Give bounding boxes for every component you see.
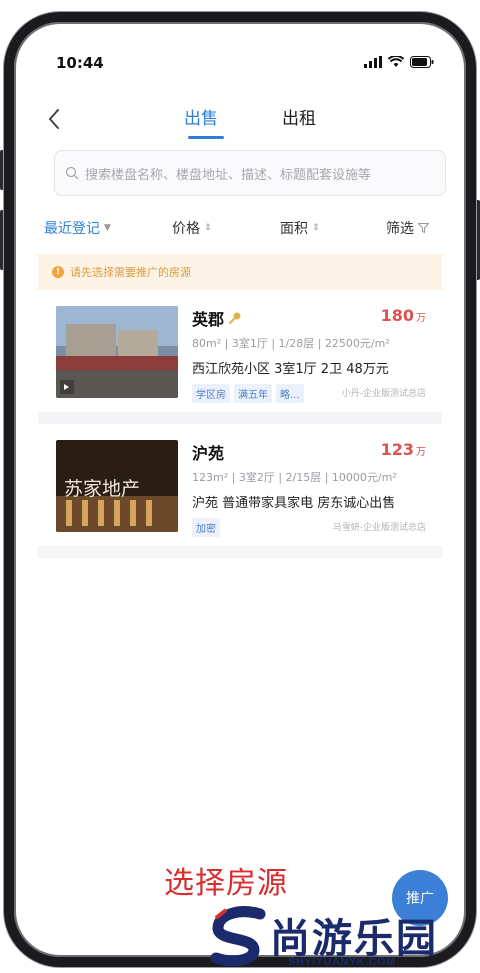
status-icons <box>364 56 434 68</box>
notice-banner: ! 请先选择需要推广的房源 <box>38 254 442 290</box>
listing-title: 沪苑 <box>192 440 224 464</box>
wifi-icon <box>388 56 404 67</box>
funnel-icon <box>418 223 429 233</box>
listing-spec: 80m² | 3室1厅 | 1/28层 | 22500元/m² <box>192 337 390 350</box>
brand-logo-icon <box>210 906 266 967</box>
listing-photo: 苏家地产 <box>56 440 178 532</box>
filter-recent-label: 最近登记 <box>44 221 100 237</box>
phone-side-button <box>476 200 480 280</box>
filter-price[interactable]: 价格 ⇕ <box>172 218 212 238</box>
sort-icon: ⇕ <box>204 223 212 233</box>
caret-down-icon: ▼ <box>104 223 111 233</box>
watermark-url: SHYIYUANYK.COM <box>288 956 396 968</box>
listing-price-value: 123 <box>380 440 414 459</box>
tab-sell[interactable]: 出售 <box>184 104 218 129</box>
listing-list: 英郡 180 万 80m² | 3室1厅 | 1/28层 | 22500元/m² … <box>38 290 442 558</box>
search-input[interactable]: 搜索楼盘名称、楼盘地址、描述、标题配套设施等 <box>54 150 446 196</box>
promote-button-label: 推广 <box>406 891 434 907</box>
listing-photo <box>56 306 178 398</box>
back-arrow-icon[interactable] <box>44 106 66 132</box>
listing-price: 123 万 <box>381 440 426 459</box>
listing-price-unit: 万 <box>416 313 426 324</box>
info-icon: ! <box>52 266 64 278</box>
caption: 选择房源 <box>164 866 288 901</box>
listing-tags: 加密 <box>192 518 220 537</box>
listing-tag: 满五年 <box>234 384 272 403</box>
filter-recent[interactable]: 最近登记 ▼ <box>44 218 111 238</box>
notice-text: 请先选择需要推广的房源 <box>70 266 191 279</box>
search-icon <box>65 166 79 180</box>
filter-more[interactable]: 筛选 <box>386 218 429 238</box>
filter-price-label: 价格 <box>172 221 200 237</box>
listing-tag: 略... <box>276 384 304 403</box>
filter-more-label: 筛选 <box>386 221 414 237</box>
listing-price: 180 万 <box>381 306 426 325</box>
listing-price-value: 180 <box>380 306 414 325</box>
tab-rent[interactable]: 出租 <box>282 104 316 129</box>
search-placeholder: 搜索楼盘名称、楼盘地址、描述、标题配套设施等 <box>85 167 372 183</box>
listing-agent: 马雪妍-企业版测试总店 <box>332 523 426 533</box>
listing-title-text: 沪苑 <box>192 444 225 463</box>
screen: 10:44 出售 出租 搜索楼盘名称、楼盘地址、描述、标题配套设施等 最近登记 … <box>24 28 456 951</box>
nav-bar: 出售 出租 <box>24 104 456 144</box>
status-bar: 10:44 <box>24 54 456 76</box>
filter-area[interactable]: 面积 ⇕ <box>280 218 320 238</box>
filter-bar: 最近登记 ▼ 价格 ⇕ 面积 ⇕ 筛选 <box>24 218 456 240</box>
battery-icon <box>410 56 434 68</box>
signal-icon <box>364 56 382 68</box>
list-item[interactable]: 英郡 180 万 80m² | 3室1厅 | 1/28层 | 22500元/m² … <box>38 290 442 424</box>
listing-agent: 小丹-企业版测试总店 <box>341 389 426 399</box>
listing-desc: 西江欣苑小区 3室1厅 2卫 48万元 <box>192 362 389 377</box>
listing-desc: 沪苑 普通带家具家电 房东诚心出售 <box>192 496 396 511</box>
listing-price-unit: 万 <box>416 447 426 458</box>
listing-title: 英郡 <box>192 306 242 330</box>
phone-frame: 10:44 出售 出租 搜索楼盘名称、楼盘地址、描述、标题配套设施等 最近登记 … <box>4 12 476 967</box>
listing-photo-sign: 苏家地产 <box>64 478 141 500</box>
listing-tag: 加密 <box>192 518 220 537</box>
sort-icon: ⇕ <box>312 223 320 233</box>
listing-spec: 123m² | 3室2厅 | 2/15层 | 10000元/m² <box>192 471 397 484</box>
listing-tag: 学区房 <box>192 384 230 403</box>
filter-area-label: 面积 <box>280 221 308 237</box>
tab-active-indicator <box>188 136 224 139</box>
list-item[interactable]: 苏家地产 沪苑 123 万 123m² | 3室2厅 | 2/15层 | 1000… <box>38 424 442 558</box>
status-time: 10:44 <box>56 54 104 72</box>
listing-tags: 学区房 满五年 略... <box>192 384 304 403</box>
watermark: 尚游乐园 SHYIYUANYK.COM <box>206 906 480 973</box>
key-icon <box>228 312 241 325</box>
listing-title-text: 英郡 <box>192 310 225 329</box>
